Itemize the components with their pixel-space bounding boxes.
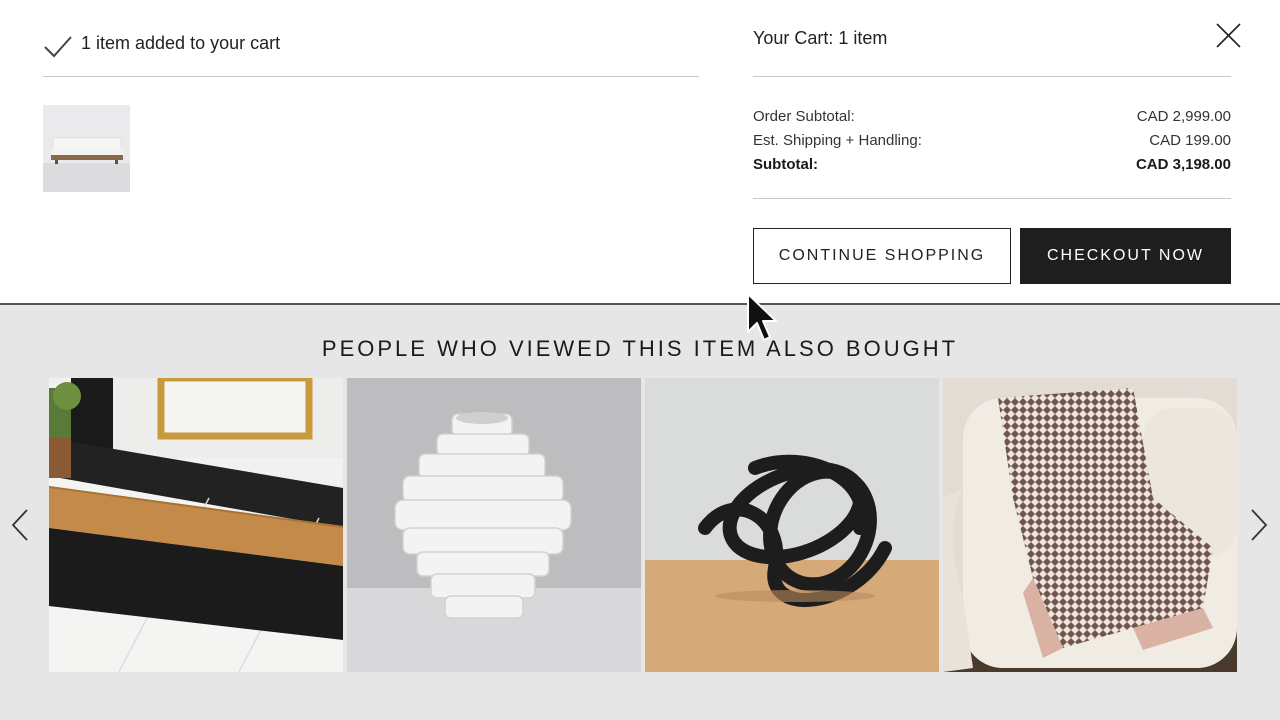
sofa-image <box>43 105 130 192</box>
carousel-next-arrow-icon[interactable] <box>1248 508 1270 542</box>
white-vase-image <box>347 378 641 672</box>
subtotal-value: CAD 3,198.00 <box>1135 156 1231 173</box>
divider <box>753 76 1231 77</box>
cart-modal: 1 item added to your cart Your Cart: 1 i… <box>0 0 1280 305</box>
continue-shopping-button[interactable]: CONTINUE SHOPPING <box>753 228 1011 284</box>
knit-throw-blanket-image <box>943 378 1237 672</box>
order-summary: Order Subtotal: CAD 2,999.00 Est. Shippi… <box>753 107 1231 179</box>
shipping-label: Est. Shipping + Handling: <box>753 132 922 149</box>
product-card-throw[interactable] <box>943 378 1237 672</box>
recommendations-title: PEOPLE WHO VIEWED THIS ITEM ALSO BOUGHT <box>321 336 959 361</box>
order-subtotal-row: Order Subtotal: CAD 2,999.00 <box>753 107 1231 131</box>
shipping-value: CAD 199.00 <box>1149 132 1231 149</box>
black-knot-sculpture-image <box>645 378 939 672</box>
divider <box>753 198 1231 199</box>
subtotal-label: Subtotal: <box>753 156 818 173</box>
cart-item-thumbnail[interactable] <box>43 105 130 192</box>
order-subtotal-value: CAD 2,999.00 <box>1136 108 1231 125</box>
carousel-prev-arrow-icon[interactable] <box>9 508 31 542</box>
order-subtotal-label: Order Subtotal: <box>753 108 855 125</box>
recommendations-carousel <box>49 378 1238 672</box>
added-confirmation: 1 item added to your cart <box>43 22 699 77</box>
subtotal-row: Subtotal: CAD 3,198.00 <box>753 155 1231 179</box>
product-card-doormat[interactable] <box>49 378 343 672</box>
checkmark-icon <box>44 36 72 58</box>
checkout-now-button[interactable]: CHECKOUT NOW <box>1020 228 1231 284</box>
product-card-sculpture[interactable] <box>645 378 939 672</box>
added-message: 1 item added to your cart <box>81 32 281 53</box>
close-icon[interactable] <box>1212 20 1244 52</box>
shipping-row: Est. Shipping + Handling: CAD 199.00 <box>753 131 1231 155</box>
doormat-image <box>49 378 343 672</box>
product-card-vase[interactable] <box>347 378 641 672</box>
cart-title: Your Cart: 1 item <box>753 28 888 48</box>
mouse-cursor-icon <box>747 293 777 341</box>
